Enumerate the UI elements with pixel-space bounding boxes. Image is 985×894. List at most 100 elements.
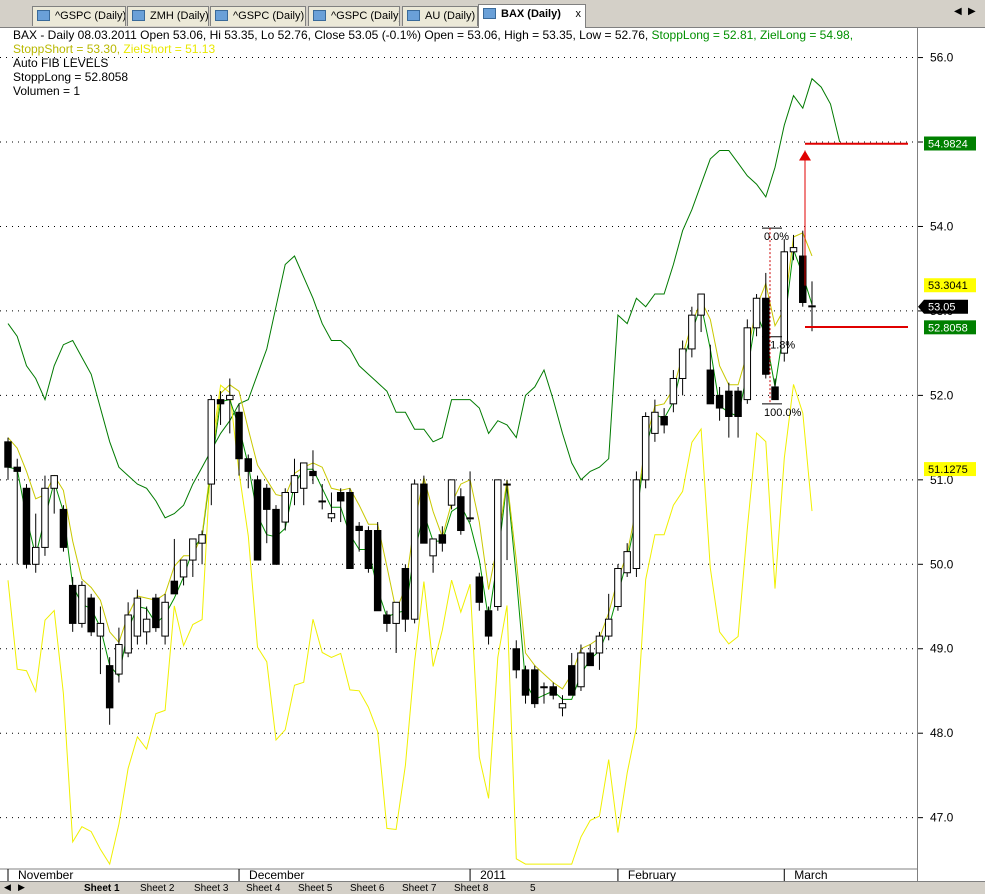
candle-body — [78, 584, 86, 624]
candle-body — [364, 530, 373, 570]
candle-body — [318, 500, 326, 503]
scroll-left-icon[interactable]: ◀ — [954, 6, 962, 17]
sheet-tab-8[interactable]: Sheet 8 — [454, 883, 488, 894]
info-line-1: BAX - Daily 08.03.2011 Open 53.06, Hi 53… — [13, 28, 853, 42]
price-marker-label: 51.1275 — [928, 464, 968, 476]
price-chart[interactable]: 47.048.049.050.051.052.053.054.055.056.0… — [0, 28, 985, 881]
candle-body — [789, 247, 798, 253]
candle-body — [124, 614, 132, 654]
price-markers: 54.9824 53.3041 53.05 52.8058 51.1275 — [918, 136, 976, 477]
candle-body — [660, 415, 668, 426]
candle-body — [429, 538, 437, 557]
candle-body — [623, 551, 631, 574]
sheet-tab-7[interactable]: Sheet 7 — [402, 883, 436, 894]
candle-body — [198, 534, 206, 544]
time-tick-label: March — [794, 868, 827, 881]
price-tick-label: 56.0 — [930, 51, 954, 65]
candle-body — [309, 470, 317, 477]
time-tick-label: December — [249, 868, 304, 881]
sheet-tab-extra[interactable]: 5 — [530, 883, 536, 894]
candle-body — [290, 475, 299, 494]
price-marker-label: 53.3041 — [928, 280, 968, 292]
candle-body — [540, 686, 548, 689]
sheet-tab-2[interactable]: Sheet 2 — [140, 883, 174, 894]
chart-icon — [132, 10, 145, 21]
fib-label: 100.0% — [764, 407, 802, 419]
candle-body — [743, 327, 752, 401]
candle-body — [438, 534, 447, 544]
candle-body — [752, 297, 761, 329]
candle-body — [281, 492, 289, 523]
chart-icon — [313, 10, 326, 21]
tab-label: BAX (Daily) — [501, 8, 561, 20]
candle-body — [133, 597, 142, 637]
price-marker-label: 53.05 — [928, 302, 956, 314]
ziel-long-info: ZielLong = 54.98, — [759, 28, 854, 42]
time-tick-label: February — [628, 868, 676, 881]
sheet-tab-5[interactable]: Sheet 5 — [298, 883, 332, 894]
price-tick-label: 54.0 — [930, 219, 954, 233]
chart-icon — [483, 8, 496, 19]
tab-bax[interactable]: BAX (Daily) x — [478, 4, 586, 28]
info-line-5: Volumen = 1 — [13, 84, 81, 98]
candle-body — [447, 479, 456, 506]
candle-body — [688, 314, 696, 350]
candle-body — [632, 479, 641, 570]
candle-body — [115, 644, 123, 675]
candle-body — [521, 669, 530, 696]
candle-body — [549, 686, 557, 696]
candle-body — [484, 610, 493, 637]
candle-body — [31, 546, 40, 565]
candle-body — [263, 487, 271, 510]
target-arrow-head — [799, 150, 811, 161]
price-tick-label: 49.0 — [930, 642, 954, 656]
candle-body — [392, 601, 400, 624]
close-icon[interactable]: x — [576, 5, 582, 23]
candle-body — [715, 394, 724, 409]
candle-body — [410, 483, 419, 620]
candle-body — [235, 411, 243, 460]
tab-gspc-2[interactable]: ^GSPC (Daily) — [210, 6, 306, 26]
candle-body — [226, 394, 234, 401]
tab-zmh[interactable]: ZMH (Daily) — [127, 6, 209, 26]
candle-body — [651, 411, 659, 434]
sheet-tab-6[interactable]: Sheet 6 — [350, 883, 384, 894]
candle-body — [614, 568, 622, 608]
candle-body — [780, 251, 789, 354]
candle-body — [189, 538, 197, 561]
candle-body — [346, 492, 354, 570]
time-tick-label: November — [18, 868, 73, 881]
candle-body — [466, 517, 474, 520]
fib-label: 61.8% — [764, 340, 795, 352]
ziel-short-info: ZielShort = 51.13 — [123, 42, 216, 56]
sheet-tab-4[interactable]: Sheet 4 — [246, 883, 280, 894]
candle-body — [706, 369, 715, 405]
fib-label: 0.0% — [764, 231, 789, 243]
sheet-tab-1[interactable]: Sheet 1 — [84, 883, 120, 894]
candle-body — [734, 390, 742, 417]
tab-gspc-3[interactable]: ^GSPC (Daily) — [308, 6, 400, 26]
candle-body — [401, 568, 410, 620]
price-marker-label: 54.9824 — [928, 139, 968, 151]
grid-lines — [0, 57, 917, 819]
candle-body — [586, 652, 594, 667]
stopp-long-info: StoppLong = 52.81, — [651, 28, 760, 42]
scroll-right-icon[interactable]: ▶ — [968, 6, 976, 17]
candle-body — [641, 415, 650, 481]
price-tick-label: 48.0 — [930, 726, 954, 740]
candle-body — [170, 580, 179, 595]
candle-body — [216, 399, 225, 405]
sheet-next-icon[interactable]: ▶ — [18, 882, 25, 893]
ohlc-text: BAX - Daily 08.03.2011 Open 53.06, Hi 53… — [13, 28, 652, 42]
tab-au[interactable]: AU (Daily) — [402, 6, 478, 26]
sheet-tab-3[interactable]: Sheet 3 — [194, 883, 228, 894]
candle-body — [771, 386, 779, 401]
price-axis-divider — [917, 28, 918, 881]
sheet-prev-icon[interactable]: ◀ — [4, 882, 11, 893]
candle-body — [475, 576, 484, 603]
candle-body — [253, 479, 262, 561]
candle-body — [512, 648, 521, 671]
ziel-long-line — [7, 77, 841, 519]
tab-gspc-1[interactable]: ^GSPC (Daily) — [32, 6, 126, 26]
candle-body — [207, 399, 216, 485]
